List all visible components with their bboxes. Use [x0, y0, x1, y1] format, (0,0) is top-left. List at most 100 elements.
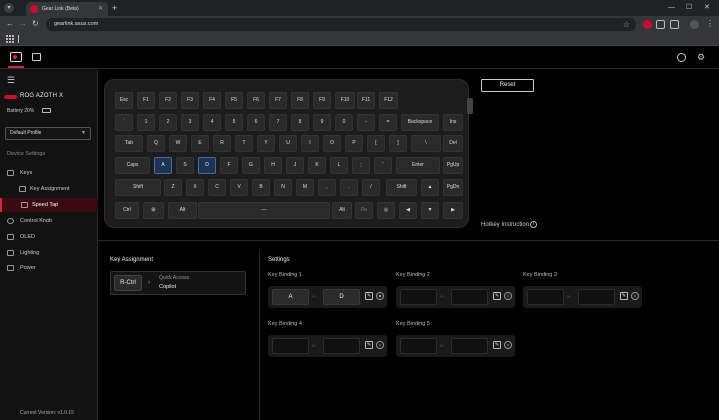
- key-2-8[interactable]: I: [301, 135, 319, 152]
- sync-icon[interactable]: [677, 53, 686, 62]
- key-4-10[interactable]: /: [362, 179, 380, 196]
- key-1-7[interactable]: 7: [269, 114, 287, 131]
- key-4-0[interactable]: Shift: [115, 179, 161, 196]
- new-tab-button[interactable]: +: [112, 2, 117, 14]
- store-icon[interactable]: [32, 53, 41, 61]
- sidebar-item-lighting[interactable]: Lighting: [0, 246, 98, 260]
- record-toggle-icon[interactable]: [376, 292, 384, 300]
- key-5-8[interactable]: ▼: [421, 202, 439, 219]
- sidebar-item-speed-tap[interactable]: Speed Tap: [0, 198, 98, 212]
- key-2-13[interactable]: \: [411, 135, 441, 152]
- binding-first-key[interactable]: [400, 338, 437, 354]
- binding-second-key[interactable]: [323, 338, 360, 354]
- edit-icon[interactable]: ✎: [365, 341, 373, 349]
- key-1-13[interactable]: Backspace: [401, 114, 439, 131]
- key-3-5[interactable]: G: [242, 157, 260, 174]
- key-0-1[interactable]: F1: [137, 92, 155, 109]
- key-0-4[interactable]: F4: [203, 92, 221, 109]
- hamburger-menu-icon[interactable]: ☰: [7, 75, 15, 86]
- key-4-4[interactable]: V: [230, 179, 248, 196]
- binding-second-key[interactable]: [578, 289, 615, 305]
- key-3-6[interactable]: H: [264, 157, 282, 174]
- key-3-10[interactable]: ;: [352, 157, 370, 174]
- key-5-3[interactable]: —: [198, 202, 330, 219]
- record-toggle-icon[interactable]: [376, 341, 384, 349]
- tab-close-icon[interactable]: ✕: [98, 2, 103, 16]
- key-3-9[interactable]: L: [330, 157, 348, 174]
- binding-first-key[interactable]: [272, 338, 309, 354]
- profile-select[interactable]: Default Profile ▼: [5, 127, 91, 140]
- key-2-1[interactable]: Q: [147, 135, 165, 152]
- sidebar-item-power[interactable]: Power: [0, 261, 98, 275]
- key-4-7[interactable]: M: [296, 179, 314, 196]
- key-5-1[interactable]: ⊞: [143, 202, 164, 219]
- edit-icon[interactable]: ✎: [365, 292, 373, 300]
- key-0-2[interactable]: F2: [159, 92, 177, 109]
- key-0-7[interactable]: F7: [269, 92, 287, 109]
- key-3-7[interactable]: J: [286, 157, 304, 174]
- key-2-6[interactable]: Y: [257, 135, 275, 152]
- key-3-1[interactable]: A: [154, 157, 172, 174]
- binding-second-key[interactable]: [451, 338, 488, 354]
- maximize-button[interactable]: ☐: [686, 2, 692, 14]
- extension-icon[interactable]: [656, 20, 665, 29]
- binding-second-key[interactable]: [451, 289, 488, 305]
- key-1-11[interactable]: -: [357, 114, 375, 131]
- key-1-10[interactable]: 0: [335, 114, 353, 131]
- key-2-0[interactable]: Tab: [115, 135, 143, 152]
- sidebar-item-oled[interactable]: OLED: [0, 230, 98, 244]
- binding-first-key[interactable]: [400, 289, 437, 305]
- key-4-6[interactable]: N: [274, 179, 292, 196]
- forward-icon[interactable]: →: [19, 18, 27, 30]
- key-5-4[interactable]: Alt: [332, 202, 352, 219]
- reset-button[interactable]: Reset: [481, 79, 534, 92]
- key-4-8[interactable]: ,: [318, 179, 336, 196]
- key-0-6[interactable]: F6: [247, 92, 265, 109]
- key-5-7[interactable]: ◀: [399, 202, 417, 219]
- key-1-6[interactable]: 6: [247, 114, 265, 131]
- back-icon[interactable]: ←: [6, 18, 14, 30]
- key-2-14[interactable]: Del: [443, 135, 463, 152]
- address-bar[interactable]: ⋮ gearlink.asus.com ☆: [46, 18, 636, 31]
- reload-icon[interactable]: ↻: [32, 18, 39, 30]
- key-4-3[interactable]: C: [208, 179, 226, 196]
- browser-tab[interactable]: Gear Link (Beta) ✕: [26, 2, 108, 16]
- key-4-2[interactable]: X: [186, 179, 204, 196]
- hotkey-instruction[interactable]: Hotkey Instruction i: [481, 221, 538, 228]
- key-0-3[interactable]: F3: [181, 92, 199, 109]
- binding-second-key[interactable]: D: [323, 289, 360, 305]
- key-4-12[interactable]: ▲: [421, 179, 439, 196]
- key-2-3[interactable]: E: [191, 135, 209, 152]
- sidebar-item-control-knob[interactable]: Control Knob: [0, 214, 98, 228]
- key-5-9[interactable]: ▶: [443, 202, 463, 219]
- key-2-2[interactable]: W: [169, 135, 187, 152]
- key-0-0[interactable]: Esc: [115, 92, 133, 109]
- key-1-4[interactable]: 4: [203, 114, 221, 131]
- key-1-2[interactable]: 2: [159, 114, 177, 131]
- key-2-9[interactable]: O: [323, 135, 341, 152]
- site-info-icon[interactable]: ⋮: [47, 19, 53, 30]
- key-0-9[interactable]: F9: [313, 92, 331, 109]
- extensions-puzzle-icon[interactable]: [670, 20, 679, 29]
- key-5-6[interactable]: ◎: [377, 202, 395, 219]
- key-1-14[interactable]: Ins: [443, 114, 463, 131]
- key-2-11[interactable]: [: [367, 135, 385, 152]
- key-1-1[interactable]: 1: [137, 114, 155, 131]
- profile-avatar[interactable]: [690, 20, 699, 29]
- key-2-4[interactable]: R: [213, 135, 231, 152]
- key-4-11[interactable]: Shift: [386, 179, 417, 196]
- key-2-12[interactable]: ]: [389, 135, 407, 152]
- key-5-5[interactable]: Fn: [355, 202, 373, 219]
- sidebar-item-key-assignment[interactable]: Key Assignment: [0, 182, 98, 196]
- key-4-1[interactable]: Z: [164, 179, 182, 196]
- key-2-5[interactable]: T: [235, 135, 253, 152]
- key-5-0[interactable]: Ctrl: [115, 202, 139, 219]
- record-toggle-icon[interactable]: [504, 341, 512, 349]
- key-0-12[interactable]: F12: [379, 92, 398, 109]
- key-5-2[interactable]: Alt: [168, 202, 197, 219]
- key-0-8[interactable]: F8: [291, 92, 309, 109]
- sidebar-item-keys[interactable]: Keys: [0, 166, 98, 180]
- browser-menu-icon[interactable]: ⋮: [706, 18, 714, 30]
- device-icon[interactable]: [10, 52, 22, 62]
- control-knob[interactable]: [467, 98, 473, 114]
